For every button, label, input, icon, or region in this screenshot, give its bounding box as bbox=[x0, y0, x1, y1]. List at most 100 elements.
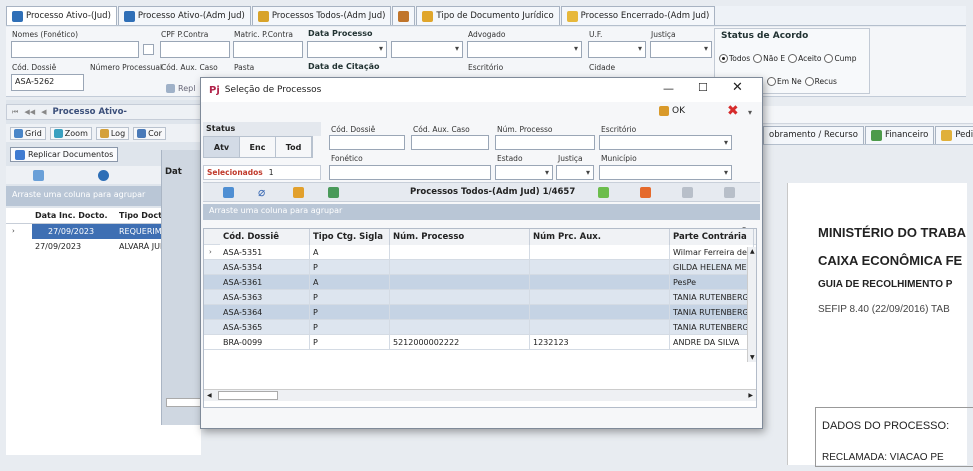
tab-5[interactable]: Processo Encerrado-(Adm Jud) bbox=[560, 6, 716, 25]
tab-icon bbox=[941, 129, 953, 141]
left-tool-log[interactable]: Log bbox=[95, 126, 130, 140]
minimize-button[interactable]: — bbox=[663, 82, 674, 95]
d-num-processo-input[interactable] bbox=[495, 135, 595, 150]
cod-dossie-input[interactable]: ASA-5262 bbox=[11, 74, 84, 91]
status-acordo-radio-2[interactable]: Aceito bbox=[788, 54, 821, 63]
grid-cell bbox=[530, 319, 670, 335]
tab-4[interactable]: Tipo de Documento Jurídico bbox=[416, 6, 560, 25]
right-tab-0[interactable]: obramento / Recurso bbox=[763, 125, 864, 144]
maximize-button[interactable]: ☐ bbox=[698, 81, 708, 94]
d-cod-aux-input[interactable] bbox=[411, 135, 489, 150]
add-icon[interactable] bbox=[598, 187, 609, 198]
grid-row[interactable]: ASA-5365 P TANIA RUTENBERG bbox=[204, 319, 756, 335]
grid-cell: P bbox=[310, 319, 390, 335]
grid-row[interactable]: › ASA-5351 A Wilmar Ferreira de bbox=[204, 244, 756, 260]
dialog-title: Seleção de Processos bbox=[224, 85, 322, 95]
grid-row[interactable]: ASA-5361 A PesPe bbox=[204, 274, 756, 290]
tab-2[interactable]: Processos Todos-(Adm Jud) bbox=[251, 6, 392, 25]
cancel-x-icon[interactable]: ✖ bbox=[727, 103, 739, 119]
grid-cell bbox=[390, 304, 530, 320]
status-tab-tod[interactable]: Tod bbox=[276, 137, 312, 157]
edit-icon[interactable] bbox=[682, 187, 693, 198]
left-row-1-date: 27/09/2023 bbox=[48, 227, 95, 236]
left-tool-zoom[interactable]: Zoom bbox=[49, 126, 92, 140]
grid-row[interactable]: BRA-0099 P 5212000002222 1232123 ANDRE DA SI… bbox=[204, 334, 756, 350]
d-escritorio-select[interactable] bbox=[599, 135, 732, 150]
left-tool-cor[interactable]: Cor bbox=[133, 126, 166, 140]
doc-line-sefip: SEFIP 8.40 (22/09/2016) TAB bbox=[818, 304, 950, 315]
status-acordo-radio-3[interactable]: Cump bbox=[824, 54, 857, 63]
new-doc-icon[interactable] bbox=[33, 169, 44, 181]
right-tab-2[interactable]: Pedido / V bbox=[935, 125, 973, 144]
num-processual-label: Número Processual bbox=[90, 63, 163, 72]
remove-icon[interactable] bbox=[640, 187, 651, 198]
uf-select[interactable] bbox=[588, 41, 646, 58]
grid-col-header[interactable]: Tipo Ctg. Sigla bbox=[310, 229, 390, 245]
rep-short[interactable]: Repl bbox=[160, 79, 202, 97]
matric-input[interactable] bbox=[233, 41, 303, 58]
left-row-2-date: 27/09/2023 bbox=[35, 242, 82, 251]
nomes-input[interactable] bbox=[11, 41, 139, 58]
grid-vscroll[interactable]: ▲ ▼ bbox=[747, 247, 756, 362]
grid-col-header[interactable]: Parte Contrária bbox=[670, 229, 754, 245]
grid-cell: TANIA RUTENBERG bbox=[670, 289, 754, 305]
more-options-icon[interactable]: ▾ bbox=[748, 108, 752, 117]
grid-cell: 5212000002222 bbox=[390, 334, 530, 350]
grid-cell bbox=[390, 274, 530, 290]
tab-icon bbox=[870, 129, 882, 141]
d-estado-select[interactable] bbox=[495, 165, 553, 180]
first-record-icon[interactable]: ⏮ bbox=[12, 108, 18, 117]
grid-col-header[interactable]: Núm Prc. Aux. bbox=[530, 229, 670, 245]
d-justica-select[interactable] bbox=[556, 165, 594, 180]
ok-button[interactable]: OK bbox=[659, 106, 685, 116]
grid-cell: P bbox=[310, 304, 390, 320]
grid-cell: A bbox=[310, 244, 390, 260]
cpf-input[interactable] bbox=[160, 41, 230, 58]
app-logo-icon: Pj bbox=[209, 84, 220, 96]
status-acordo-radio-1[interactable]: Não E bbox=[753, 54, 785, 63]
grid-cell: ASA-5363 bbox=[220, 289, 310, 305]
left-tool-grid[interactable]: Grid bbox=[10, 126, 46, 140]
grid-cell bbox=[390, 259, 530, 275]
process-icon bbox=[12, 10, 23, 22]
eraser-icon[interactable]: ⌀ bbox=[258, 185, 265, 199]
grid-row[interactable]: ASA-5363 P TANIA RUTENBERG bbox=[204, 289, 756, 305]
grid-col-header[interactable]: Núm. Processo bbox=[390, 229, 530, 245]
ok-label: OK bbox=[672, 106, 685, 116]
sitemap-icon[interactable] bbox=[328, 187, 339, 198]
status-acordo-radio-5[interactable]: Recus bbox=[804, 77, 837, 86]
close-button[interactable]: ✕ bbox=[732, 80, 743, 95]
attach-icon[interactable] bbox=[98, 169, 109, 181]
advogado-select[interactable] bbox=[467, 41, 582, 58]
doc-export-icon[interactable] bbox=[293, 187, 304, 198]
data-processo-to[interactable] bbox=[391, 41, 463, 58]
d-cod-dossie-input[interactable] bbox=[329, 135, 405, 150]
status-acordo-radio-0[interactable]: Todos bbox=[719, 54, 750, 63]
d-fonetico-input[interactable] bbox=[329, 165, 491, 180]
tab-3[interactable] bbox=[392, 6, 416, 25]
prev-record-icon[interactable]: ◀◀ bbox=[24, 108, 35, 116]
replicar-button[interactable]: Replicar Documentos bbox=[10, 147, 119, 162]
status-tab-atv[interactable]: Atv bbox=[204, 137, 240, 157]
justica-select[interactable] bbox=[650, 41, 712, 58]
status-tab-enc[interactable]: Enc bbox=[240, 137, 276, 157]
data-processo-from[interactable] bbox=[307, 41, 387, 58]
status-acordo-radio-4[interactable]: Em Ne bbox=[767, 77, 802, 86]
refresh-icon[interactable] bbox=[223, 187, 234, 198]
print-icon[interactable] bbox=[724, 187, 735, 198]
tab-0[interactable]: Processo Ativo-(Jud) bbox=[6, 6, 117, 25]
grid-row[interactable]: ASA-5354 P GILDA HELENA ME bbox=[204, 259, 756, 275]
grid-col-header[interactable]: Cód. Dossiê bbox=[220, 229, 310, 245]
right-tab-1[interactable]: Financeiro bbox=[864, 125, 935, 144]
prev-icon[interactable]: ◀ bbox=[41, 108, 46, 116]
right-tab-label: obramento / Recurso bbox=[769, 130, 858, 140]
grid-row[interactable]: ASA-5364 P TANIA RUTENBERG bbox=[204, 304, 756, 320]
tab-1[interactable]: Processo Ativo-(Adm Jud) bbox=[117, 6, 251, 25]
grid-cell: ASA-5351 bbox=[220, 244, 310, 260]
grid-hscroll[interactable]: ◀ ▶ bbox=[204, 389, 756, 401]
d-municipio-select[interactable] bbox=[599, 165, 732, 180]
middle-hscroll[interactable] bbox=[166, 398, 202, 407]
col-data-inc[interactable]: Data Inc. Docto. bbox=[32, 211, 116, 220]
tool-icon bbox=[53, 128, 63, 138]
nomes-checkbox[interactable] bbox=[143, 44, 154, 55]
